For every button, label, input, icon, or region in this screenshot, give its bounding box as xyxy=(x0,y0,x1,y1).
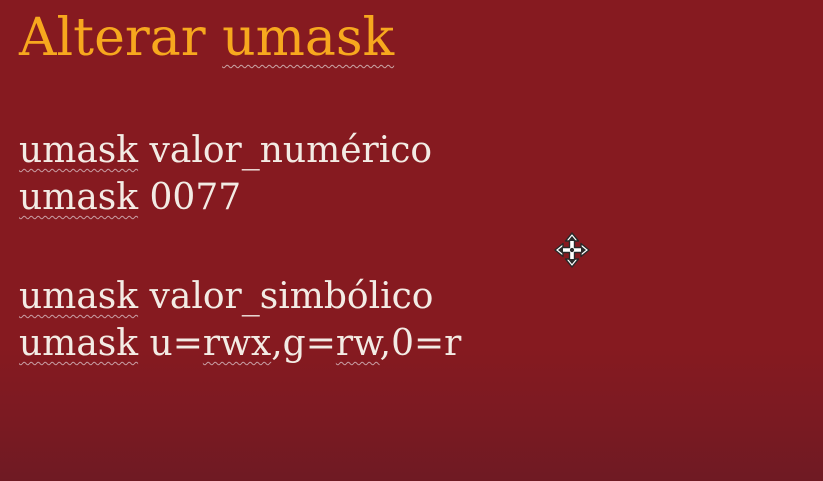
symbolic-value-placeholder: valor_simbólico xyxy=(149,276,434,317)
symbolic-other-part: ,0=r xyxy=(379,323,462,364)
line-umask-numeric-syntax[interactable]: umask valor_numérico xyxy=(19,128,432,174)
umask-command-word: umask xyxy=(19,130,139,171)
title-word-umask: umask xyxy=(222,8,395,68)
symbolic-group-perms: rw xyxy=(335,323,380,364)
symbolic-user-perms: rwx xyxy=(202,323,272,364)
numeric-value-placeholder: valor_numérico xyxy=(149,130,433,171)
symbolic-user-prefix: u= xyxy=(149,323,203,364)
umask-command-word: umask xyxy=(19,323,139,364)
line-umask-symbolic-example[interactable]: umask u=rwx,g=rw,0=r xyxy=(19,321,461,367)
symbolic-group-prefix: ,g= xyxy=(271,323,336,364)
slide-title[interactable]: Alterar umask xyxy=(19,6,394,70)
presentation-slide[interactable]: Alterar umask umask valor_numérico umask… xyxy=(0,0,823,481)
numeric-value-example: 0077 xyxy=(149,177,242,218)
move-cursor-icon xyxy=(554,232,590,268)
umask-command-word: umask xyxy=(19,276,139,317)
umask-command-word: umask xyxy=(19,177,139,218)
line-umask-numeric-example[interactable]: umask 0077 xyxy=(19,175,241,221)
line-umask-symbolic-syntax[interactable]: umask valor_simbólico xyxy=(19,274,433,320)
title-word-alterar: Alterar xyxy=(19,8,206,68)
